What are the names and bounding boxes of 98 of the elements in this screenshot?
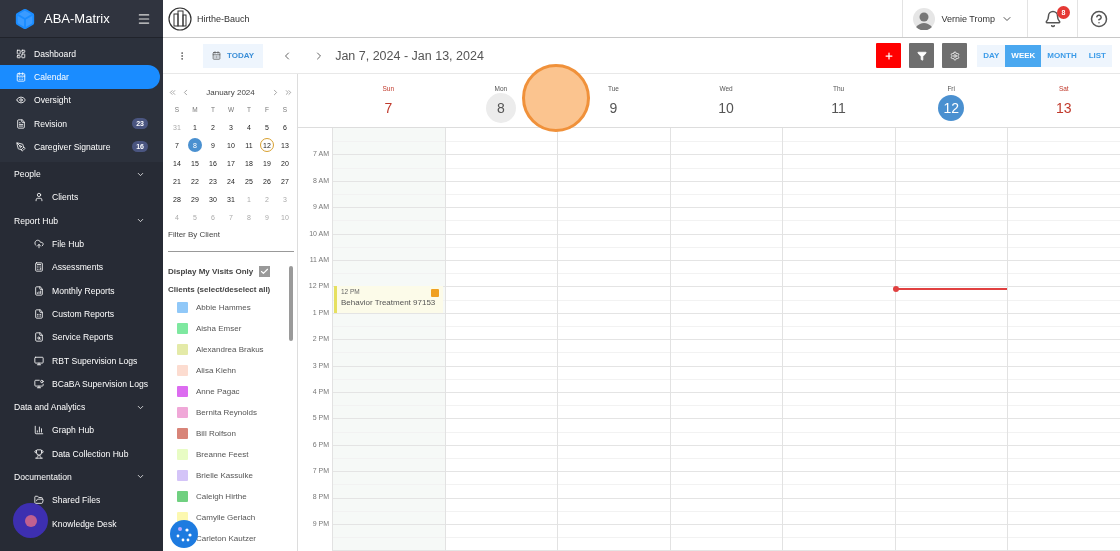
- client-color[interactable]: [177, 386, 188, 397]
- day-number[interactable]: 10: [713, 95, 739, 121]
- item-icon: [34, 332, 44, 343]
- section-header[interactable]: Report Hub: [0, 209, 163, 233]
- client-name[interactable]: Anne Pagac: [196, 387, 240, 396]
- item-icon: [34, 495, 44, 506]
- item-icon: [34, 192, 44, 203]
- cube-logo-icon: [14, 7, 36, 30]
- previous-month-icon[interactable]: [181, 87, 190, 97]
- client-color[interactable]: [177, 470, 188, 481]
- sidebar-item[interactable]: Data Collection Hub: [0, 442, 160, 466]
- next-year-icon[interactable]: [284, 87, 293, 97]
- filter-field[interactable]: Filter By Client: [168, 226, 294, 252]
- date-range: Jan 7, 2024 - Jan 13, 2024: [335, 48, 485, 63]
- sidebar-item[interactable]: BCaBA Supervision Logs: [0, 372, 160, 396]
- client-name[interactable]: Carleton Kautzer: [196, 534, 257, 543]
- client-name[interactable]: Abbie Hammes: [196, 303, 251, 312]
- client-color[interactable]: [177, 344, 188, 355]
- sidebar-item[interactable]: Assessments: [0, 255, 160, 279]
- sidebar-item[interactable]: File Hub: [0, 232, 160, 256]
- sidebar-item[interactable]: Service Reports: [0, 325, 160, 349]
- item-icon: [16, 71, 26, 82]
- avatar-icon: [913, 7, 936, 30]
- item-icon: [34, 262, 44, 273]
- calendar-icon: [212, 51, 221, 60]
- scrollbar[interactable]: [289, 266, 293, 341]
- menu-icon[interactable]: [137, 11, 151, 26]
- day-number[interactable]: 13: [1050, 95, 1077, 121]
- brand-name: ABA-Matrix: [44, 11, 111, 26]
- section-header[interactable]: People: [0, 162, 163, 186]
- settings-button[interactable]: [942, 43, 968, 68]
- filter-button[interactable]: [909, 43, 935, 68]
- user-menu[interactable]: Vernie Tromp: [902, 0, 1028, 37]
- day-number[interactable]: 11: [825, 95, 852, 121]
- section-header[interactable]: Data and Analytics: [0, 395, 163, 419]
- sidebar-item[interactable]: Knowledge Desk: [0, 511, 160, 536]
- sidebar-item[interactable]: Graph Hub: [0, 418, 160, 443]
- sidebar-item[interactable]: Shared Files: [0, 488, 160, 512]
- item-icon: [16, 95, 26, 106]
- client-color[interactable]: [177, 428, 188, 439]
- item-icon: [34, 378, 44, 389]
- client-name[interactable]: Bernita Reynolds: [196, 408, 257, 417]
- day-number[interactable]: 8: [487, 95, 514, 121]
- add-button[interactable]: [876, 43, 902, 68]
- bell-icon: [1043, 9, 1062, 28]
- section-header[interactable]: Documentation: [0, 465, 163, 489]
- client-name[interactable]: Caleigh Hirthe: [196, 492, 247, 501]
- sidebar-item[interactable]: RBT Supervision Logs: [0, 348, 160, 373]
- my-visits-label: Display My Visits Only: [168, 267, 254, 276]
- sidebar-item[interactable]: Clients: [0, 185, 160, 210]
- day-column[interactable]: [894, 128, 1008, 551]
- client-color[interactable]: [177, 302, 188, 313]
- next-month-icon[interactable]: [271, 87, 280, 97]
- item-icon: [34, 239, 44, 249]
- client-name[interactable]: Aisha Emser: [196, 324, 242, 333]
- my-visits-checkbox[interactable]: [259, 266, 271, 277]
- item-icon: [34, 425, 44, 436]
- settings-icon: [949, 50, 960, 61]
- organization-name: Hirthe-Bauch: [197, 13, 250, 24]
- item-icon: [34, 285, 44, 296]
- month-title: January 2024: [205, 87, 256, 97]
- note-icon: [430, 289, 439, 298]
- client-color[interactable]: [177, 491, 188, 502]
- sidebar-item[interactable]: Monthly Reports: [0, 278, 160, 303]
- client-name[interactable]: Alisa Kiehn: [196, 366, 237, 375]
- client-name[interactable]: Camylle Gerlach: [196, 513, 256, 522]
- day-column[interactable]: [557, 128, 670, 551]
- client-name[interactable]: Brielle Kassulke: [196, 471, 253, 480]
- day-column[interactable]: [1007, 128, 1120, 551]
- client-color[interactable]: [177, 323, 188, 334]
- item-icon: [34, 355, 44, 366]
- user-name: Vernie Tromp: [941, 13, 995, 24]
- client-color[interactable]: [177, 449, 188, 460]
- item-icon: [34, 448, 44, 459]
- item-icon: [16, 48, 26, 59]
- day-column[interactable]: [782, 128, 895, 551]
- sidebar-item[interactable]: Oversight: [0, 88, 160, 112]
- client-name[interactable]: Bill Rolfson: [196, 429, 236, 438]
- day-column[interactable]: [444, 128, 558, 551]
- plus-icon: [883, 50, 894, 61]
- item-icon: [16, 141, 26, 152]
- client-color[interactable]: [177, 407, 188, 418]
- client-name[interactable]: Alexandrea Brakus: [196, 345, 264, 354]
- sidebar-item[interactable]: Dashboard: [0, 42, 160, 66]
- item-icon: [34, 308, 44, 319]
- client-name[interactable]: Breanne Feest: [196, 450, 249, 459]
- day-number[interactable]: 7: [375, 95, 402, 121]
- day-number[interactable]: 9: [600, 95, 627, 121]
- item-icon: [16, 118, 26, 129]
- filter-icon: [916, 50, 927, 61]
- widget-button[interactable]: [170, 520, 198, 548]
- building-logo-icon: [168, 6, 192, 31]
- clients-heading[interactable]: Clients (select/deselect all): [168, 285, 293, 294]
- client-color[interactable]: [177, 365, 188, 376]
- previous-year-icon[interactable]: [168, 87, 177, 97]
- help-icon[interactable]: [1090, 9, 1108, 28]
- day-column[interactable]: [669, 128, 783, 551]
- sidebar-item[interactable]: Custom Reports: [0, 302, 160, 326]
